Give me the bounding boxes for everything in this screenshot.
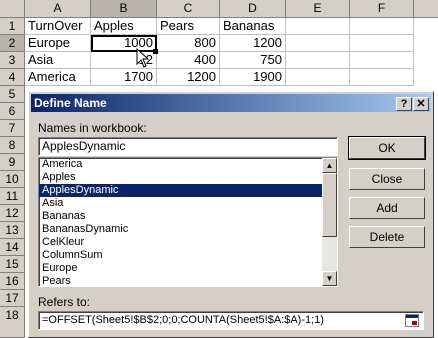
- row-header-18[interactable]: 18: [0, 307, 25, 338]
- cell-a4[interactable]: America: [25, 69, 91, 86]
- fill-handle[interactable]: [153, 49, 158, 54]
- row-header-4[interactable]: 4: [0, 69, 25, 86]
- column-header-c[interactable]: C: [157, 0, 220, 18]
- cell-c1[interactable]: Pears: [157, 18, 220, 35]
- names-listbox[interactable]: America Apples ApplesDynamic Asia Bananas Ban…: [38, 157, 338, 287]
- cell-a3[interactable]: Asia: [25, 52, 91, 69]
- row-header-17[interactable]: 17: [0, 290, 25, 307]
- list-item[interactable]: Apples: [39, 171, 337, 184]
- close-button[interactable]: Close: [349, 168, 425, 190]
- cell-a2[interactable]: Europe: [25, 35, 91, 52]
- ok-button[interactable]: OK: [348, 136, 426, 160]
- cell-d2[interactable]: 1200: [220, 35, 286, 52]
- column-header-b[interactable]: B: [91, 0, 157, 18]
- cell-e1[interactable]: [286, 18, 350, 35]
- dialog-titlebar[interactable]: Define Name ? ✕: [31, 94, 431, 112]
- cell-c4[interactable]: 1200: [157, 69, 220, 86]
- cell-d4[interactable]: 1900: [220, 69, 286, 86]
- column-header-a[interactable]: A: [25, 0, 91, 18]
- cell-e4[interactable]: [286, 69, 350, 86]
- list-item[interactable]: CelKleur: [39, 236, 337, 249]
- cell-b1[interactable]: Apples: [91, 18, 157, 35]
- cell-f3[interactable]: [350, 52, 414, 69]
- cell-c2[interactable]: 800: [157, 35, 220, 52]
- help-button[interactable]: ?: [396, 97, 412, 111]
- row-header-3[interactable]: 3: [0, 52, 25, 69]
- names-list: America Apples ApplesDynamic Asia Bananas Ban…: [39, 158, 337, 286]
- list-item[interactable]: BananasDynamic: [39, 223, 337, 236]
- close-icon[interactable]: ✕: [413, 97, 429, 111]
- cell-a1[interactable]: TurnOver: [25, 18, 91, 35]
- column-header-f[interactable]: F: [350, 0, 414, 18]
- list-item[interactable]: Asia: [39, 197, 337, 210]
- collapse-dialog-icon[interactable]: [405, 314, 419, 327]
- cell-f1[interactable]: [350, 18, 414, 35]
- row-header-16[interactable]: 16: [0, 273, 25, 290]
- cell-f2[interactable]: [350, 35, 414, 52]
- cell-b4[interactable]: 1700: [91, 69, 157, 86]
- row-header-13[interactable]: 13: [0, 222, 25, 239]
- mouse-pointer-icon: [136, 48, 150, 68]
- list-item[interactable]: ColumnSum: [39, 249, 337, 262]
- add-button[interactable]: Add: [349, 197, 425, 219]
- list-item[interactable]: Europe: [39, 262, 337, 275]
- list-item[interactable]: Pears: [39, 275, 337, 286]
- cell-d3[interactable]: 750: [220, 52, 286, 69]
- row-header-11[interactable]: 11: [0, 188, 25, 205]
- list-item[interactable]: Bananas: [39, 210, 337, 223]
- column-header-d[interactable]: D: [220, 0, 286, 18]
- column-header-g[interactable]: [414, 0, 438, 18]
- name-input[interactable]: ApplesDynamic: [38, 137, 338, 156]
- row-header-1[interactable]: 1: [0, 18, 25, 35]
- scroll-thumb[interactable]: [322, 173, 337, 237]
- row-header-15[interactable]: 15: [0, 256, 25, 273]
- row-header-14[interactable]: 14: [0, 239, 25, 256]
- define-name-dialog: Define Name ? ✕ Names in workbook: Apple…: [28, 91, 434, 338]
- names-label: Names in workbook:: [38, 121, 147, 135]
- delete-button[interactable]: Delete: [349, 226, 425, 248]
- scroll-up-icon[interactable]: ▲: [322, 158, 337, 173]
- row-header-9[interactable]: 9: [0, 154, 25, 171]
- row-header-7[interactable]: 7: [0, 120, 25, 137]
- row-header-5[interactable]: 5: [0, 86, 25, 103]
- list-item[interactable]: America: [39, 158, 337, 171]
- cell-e3[interactable]: [286, 52, 350, 69]
- cell-c3[interactable]: 400: [157, 52, 220, 69]
- cell-e2[interactable]: [286, 35, 350, 52]
- list-item[interactable]: ApplesDynamic: [39, 184, 337, 197]
- refers-to-input[interactable]: =OFFSET(Sheet5!$B$2;0;0;COUNTA(Sheet5!$A…: [38, 311, 424, 330]
- column-header-e[interactable]: E: [286, 0, 350, 18]
- row-header-10[interactable]: 10: [0, 171, 25, 188]
- row-header-2[interactable]: 2: [0, 35, 25, 52]
- scroll-down-icon[interactable]: ▼: [322, 271, 337, 286]
- cell-d1[interactable]: Bananas: [220, 18, 286, 35]
- refers-to-label: Refers to:: [38, 295, 91, 309]
- row-header-6[interactable]: 6: [0, 103, 25, 120]
- cell-f4[interactable]: [350, 69, 414, 86]
- dialog-title: Define Name: [34, 96, 107, 110]
- select-all-corner[interactable]: [0, 0, 25, 18]
- row-header-8[interactable]: 8: [0, 137, 25, 154]
- row-header-12[interactable]: 12: [0, 205, 25, 222]
- listbox-scrollbar[interactable]: ▲ ▼: [322, 158, 337, 286]
